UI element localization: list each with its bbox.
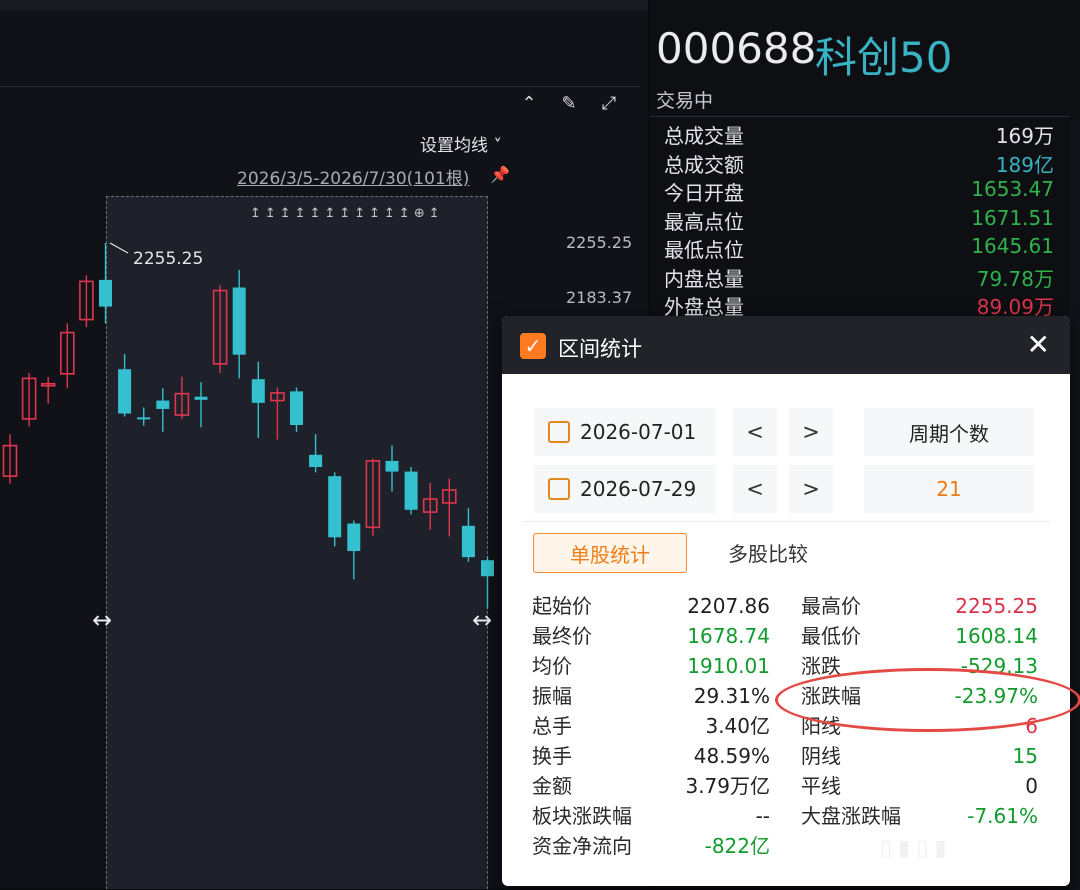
start-next-button[interactable]: > <box>789 408 833 456</box>
price-axis-label: 2255.25 <box>566 233 633 252</box>
tab-single-stock[interactable]: 单股统计 <box>533 533 687 573</box>
end-date-field[interactable]: 2026-07-29 <box>534 465 716 513</box>
stat-value: -7.61% <box>967 804 1038 828</box>
candle-body <box>194 396 208 400</box>
stat-value: 1910.01 <box>687 654 770 678</box>
candle-body <box>461 525 475 558</box>
start-date-value: 2026-07-01 <box>580 420 697 444</box>
right-resize-handle[interactable]: ↔ <box>472 606 492 634</box>
stat-label: 平线 <box>801 774 841 798</box>
stat-label: 起始价 <box>532 594 592 618</box>
quote-row-label: 总成交额 <box>664 152 744 177</box>
stat-label: 均价 <box>532 654 572 678</box>
candle-body <box>481 560 494 577</box>
candle-body <box>99 279 112 307</box>
stat-label: 振幅 <box>532 684 572 708</box>
calendar-icon <box>548 478 570 500</box>
watermark: ▯▮▯▮ <box>880 836 953 861</box>
stat-label: 换手 <box>532 744 572 768</box>
quote-divider <box>650 116 1070 117</box>
candle-body <box>328 476 342 538</box>
stock-code: 000688 <box>656 24 817 73</box>
stat-label: 金额 <box>532 774 572 798</box>
close-icon[interactable]: ✕ <box>1027 328 1050 361</box>
candle-body <box>232 287 246 355</box>
candle-body <box>251 379 265 403</box>
stat-value: 2207.86 <box>687 594 770 618</box>
quote-row-value: 1645.61 <box>971 234 1054 258</box>
end-date-value: 2026-07-29 <box>580 477 697 501</box>
candle-body <box>309 454 323 468</box>
stat-label: 最高价 <box>801 594 861 618</box>
candle-body <box>385 460 399 472</box>
period-count-value: 21 <box>864 465 1034 513</box>
period-count-label: 周期个数 <box>864 408 1034 456</box>
quote-row-label: 外盘总量 <box>664 295 744 319</box>
stat-label: 最低价 <box>801 624 861 648</box>
end-prev-button[interactable]: < <box>733 465 777 513</box>
quote-row-value: 89.09万 <box>976 295 1054 319</box>
price-axis-label: 2183.37 <box>566 288 633 307</box>
dialog-title: 区间统计 <box>558 337 642 361</box>
quote-row: 内盘总量 79.78万 <box>664 263 1054 291</box>
tab-multi-stock[interactable]: 多股比较 <box>692 533 844 571</box>
quote-row-label: 最高点位 <box>664 209 744 234</box>
stat-label: 板块涨跌幅 <box>532 804 632 828</box>
stat-value: 2255.25 <box>955 594 1038 618</box>
candle-body <box>290 391 303 425</box>
stat-value: 1608.14 <box>955 624 1038 648</box>
stat-value: 29.31% <box>693 684 770 708</box>
quote-row-label: 最低点位 <box>664 238 744 262</box>
stat-value: 48.59% <box>693 744 770 768</box>
calendar-icon <box>548 421 570 443</box>
stat-label: 最终价 <box>532 624 592 648</box>
dialog-separator <box>522 521 1050 522</box>
quote-row: 今日开盘 1653.47 <box>664 177 1054 205</box>
quote-row: 外盘总量 89.09万 <box>664 291 1054 319</box>
high-pointer <box>109 242 129 254</box>
quote-row-value: 189亿 <box>995 152 1054 177</box>
quote-row-value: 1671.51 <box>971 205 1054 230</box>
quote-row-value: 79.78万 <box>976 266 1054 291</box>
quote-row: 总成交额 189亿 <box>664 149 1054 177</box>
stat-value: 15 <box>1012 744 1038 768</box>
stat-label: 阴线 <box>801 744 841 768</box>
high-price-label: 2255.25 <box>133 249 204 269</box>
dialog-header: ✓ 区间统计 ✕ <box>502 316 1070 374</box>
quote-row: 最低点位 1645.61 <box>664 234 1054 262</box>
quote-row-label: 总成交量 <box>664 124 744 148</box>
candle-body <box>156 400 170 409</box>
quote-row-value: 1653.47 <box>971 177 1054 201</box>
quote-row-label: 今日开盘 <box>664 181 744 205</box>
edge-strip <box>1070 120 1080 890</box>
candle-body <box>347 523 361 552</box>
quote-row: 总成交量 169万 <box>664 120 1054 148</box>
stat-label: 资金净流向 <box>532 834 632 858</box>
stat-label: 大盘涨跌幅 <box>801 804 901 828</box>
stat-label: 总手 <box>532 714 572 738</box>
start-date-field[interactable]: 2026-07-01 <box>534 408 716 456</box>
start-prev-button[interactable]: < <box>733 408 777 456</box>
stock-name: 科创50 <box>815 33 953 82</box>
stat-value: 3.40亿 <box>705 714 770 738</box>
stat-value: 0 <box>1025 774 1038 798</box>
quote-row-value: 169万 <box>995 124 1054 148</box>
interval-stats-dialog: ✓ 区间统计 ✕ 2026-07-01 < > 周期个数 2026-07-29 … <box>502 316 1070 886</box>
candle-body <box>137 417 151 420</box>
quote-row-label: 内盘总量 <box>664 266 744 291</box>
end-next-button[interactable]: > <box>789 465 833 513</box>
candle-body <box>404 471 418 510</box>
stat-value: 1678.74 <box>687 624 770 648</box>
stat-value: 3.79万亿 <box>685 774 770 798</box>
check-icon: ✓ <box>520 333 546 359</box>
quote-row: 最高点位 1671.51 <box>664 206 1054 234</box>
left-resize-handle[interactable]: ↔ <box>92 606 112 634</box>
stat-value: -- <box>755 804 770 828</box>
candle-body <box>118 369 132 414</box>
stat-value: -822亿 <box>704 834 770 858</box>
trade-status: 交易中 <box>656 90 714 112</box>
highlight-annotation <box>775 668 1080 732</box>
